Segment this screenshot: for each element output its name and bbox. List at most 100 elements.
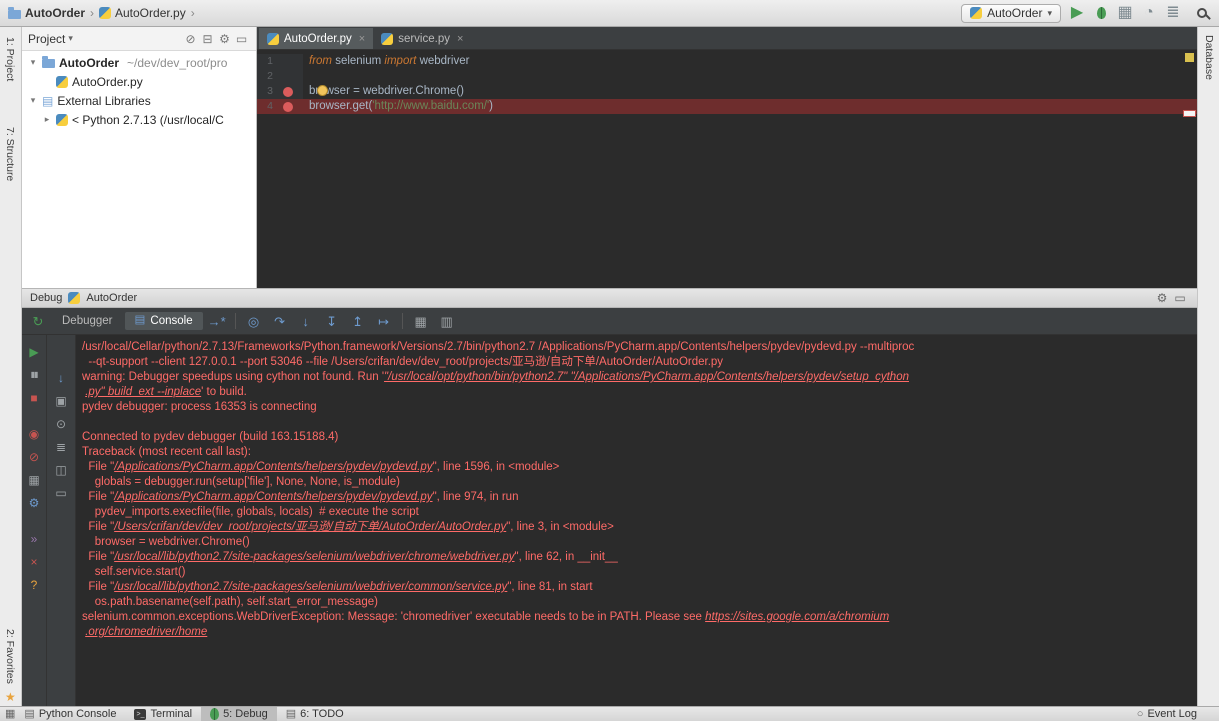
intention-bulb-icon[interactable] [317, 85, 328, 96]
step-out-icon[interactable]: ↥ [346, 310, 370, 332]
console-text: globals = debugger.run(setup['file'], No… [82, 476, 400, 488]
run-to-cursor-icon-glyph: ↦ [378, 313, 390, 329]
layout-settings-icon[interactable]: ▥ [435, 310, 459, 332]
editor-tab[interactable]: service.py × [373, 28, 471, 49]
breadcrumb-item[interactable]: AutoOrder.py [99, 6, 186, 20]
settings-icon[interactable]: ⚙ [1153, 291, 1171, 305]
console-line: --qt-support --client 127.0.0.1 --port 5… [82, 355, 1197, 370]
close-button[interactable]: × [23, 552, 45, 572]
console-options-icon[interactable]: →* [205, 310, 229, 332]
hide-icon[interactable]: ▭ [233, 32, 250, 46]
restore-layout-button[interactable]: ▦ [23, 470, 45, 490]
debug-button[interactable] [1089, 2, 1113, 24]
view-breakpoints-button[interactable]: ◉ [23, 424, 45, 444]
stop-button-glyph: ■ [30, 391, 38, 405]
code-line[interactable] [303, 69, 312, 84]
locate-icon[interactable]: ⊘ [182, 32, 199, 46]
editor-gutter[interactable]: 4 [257, 99, 303, 114]
project-tree-item[interactable]: ▾ AutoOrder ~/dev/dev_root/pro [22, 53, 256, 72]
force-step-into-icon[interactable]: ↧ [320, 310, 344, 332]
show-execution-point-icon[interactable]: ◎ [242, 310, 266, 332]
code-line[interactable]: browser = webdriver.Chrome() [303, 84, 464, 99]
breakpoint-icon[interactable] [283, 86, 293, 97]
toolwindow-label: Terminal [150, 708, 193, 720]
frames-icon[interactable]: ▣ [50, 391, 72, 411]
run-button[interactable]: ▶ [1065, 2, 1089, 24]
toolwindow-switcher-icon[interactable]: ▦ [5, 708, 15, 720]
console-link[interactable]: /usr/local/lib/python2.7/site-packages/s… [114, 551, 514, 563]
view-options-icon[interactable]: ≣ [50, 437, 72, 457]
breadcrumb-item[interactable]: AutoOrder [8, 6, 85, 20]
profiler-button[interactable]: ◔ [1137, 2, 1161, 24]
console-link[interactable]: https://sites.google.com/a/chromium [705, 611, 889, 623]
console-link[interactable]: /Users/crifan/dev/dev_root/projects/亚马逊/… [114, 521, 506, 533]
resume-button[interactable]: ▶ [23, 342, 45, 362]
console-link[interactable]: /Applications/PyCharm.app/Contents/helpe… [114, 461, 432, 473]
tree-toggle-icon[interactable]: ▸ [42, 114, 52, 125]
step-over-icon-glyph: ↷ [274, 313, 286, 329]
console-link[interactable]: "/usr/local/opt/python/bin/python2.7" "/… [384, 371, 909, 383]
help-button[interactable]: ? [23, 575, 45, 595]
toolwindow-button[interactable]: ▤ 6: TODO [277, 707, 353, 721]
close-icon[interactable]: × [359, 33, 365, 45]
console-link[interactable]: .org/chromedriver/home [85, 626, 207, 638]
toolwindow-button[interactable]: >_ Terminal [125, 707, 201, 721]
project-tree-item[interactable]: ▾ ▤ External Libraries [22, 91, 256, 110]
close-icon[interactable]: × [457, 33, 463, 45]
pause-button[interactable]: ▮▮ [23, 365, 45, 385]
run-config-selector[interactable]: AutoOrder ▾ [961, 3, 1061, 23]
pin-icon[interactable]: ⊙ [50, 414, 72, 434]
console-link[interactable]: /Applications/PyCharm.app/Contents/helpe… [114, 491, 432, 503]
tool-button-database[interactable]: Database [1203, 35, 1215, 80]
evaluate-expression-icon[interactable]: ▦ [409, 310, 433, 332]
snapshot-icon-glyph: ◫ [55, 463, 67, 477]
editor-gutter[interactable]: 1 [257, 54, 303, 69]
search-icon[interactable] [1197, 8, 1207, 18]
tree-toggle-icon[interactable]: ▾ [28, 95, 38, 106]
tree-toggle-icon[interactable]: ▾ [28, 57, 38, 68]
console-link[interactable]: .py" build_ext --inplace [85, 386, 201, 398]
clear-icon[interactable]: ▭ [50, 483, 72, 503]
toolwindow-button[interactable]: 5: Debug [201, 707, 277, 721]
event-log-button[interactable]: ○ Event Log [1137, 708, 1219, 720]
project-tree-item[interactable]: AutoOrder.py [22, 72, 256, 91]
scroll-down-icon[interactable]: ↓ [50, 368, 72, 388]
code-line[interactable]: browser.get('http://www.baidu.com/') [303, 99, 493, 114]
editor-gutter[interactable]: 3 [257, 84, 303, 99]
editor-gutter[interactable]: 2 [257, 69, 303, 84]
console-link[interactable]: /usr/local/lib/python2.7/site-packages/s… [114, 581, 507, 593]
favorites-star-icon: ★ [5, 690, 16, 704]
editor-tab[interactable]: AutoOrder.py × [259, 28, 374, 49]
project-panel-title[interactable]: Project [28, 32, 65, 46]
mute-breakpoints-button[interactable]: ⊘ [23, 447, 45, 467]
settings-button[interactable]: ⚙ [23, 493, 45, 513]
code-line[interactable]: from selenium import webdriver [303, 54, 469, 69]
tool-button-structure[interactable]: 7: Structure [4, 127, 16, 181]
console-text: ", line 62, in __init__ [514, 551, 618, 563]
snapshot-icon[interactable]: ◫ [50, 460, 72, 480]
project-tree-item[interactable]: ▸ < Python 2.7.13 (/usr/local/C [22, 110, 256, 129]
tab-label: Console [150, 315, 193, 327]
toolwindow-button[interactable]: ▤ Python Console [15, 707, 125, 721]
editor-content[interactable]: 1 from selenium import webdriver 2 3 browse… [257, 50, 1197, 288]
step-over-icon[interactable]: ↷ [268, 310, 292, 332]
tool-button-favorites[interactable]: 2: Favorites [4, 629, 16, 684]
debug-tab-console[interactable]: ▤ Console [124, 312, 203, 330]
coverage-button[interactable]: ▦ [1113, 2, 1137, 24]
breakpoint-icon[interactable] [283, 101, 293, 112]
debug-tab-debugger[interactable]: Debugger [52, 312, 123, 330]
tool-button-project[interactable]: 1: Project [4, 37, 16, 81]
stop-button[interactable]: ■ [23, 388, 45, 408]
step-into-icon[interactable]: ↓ [294, 310, 318, 332]
tool-windows-button[interactable]: ≣ [1161, 2, 1185, 24]
bottom-toolwindow-bar: ▦ ▤ Python Console >_ Terminal 5: Debug ▤ 6: T… [0, 706, 1219, 721]
hide-icon[interactable]: ▭ [1171, 291, 1189, 305]
console-line: Connected to pydev debugger (build 163.1… [82, 430, 1197, 445]
run-to-cursor-icon[interactable]: ↦ [372, 310, 396, 332]
settings-icon[interactable]: ⚙ [216, 32, 233, 46]
collapse-all-icon[interactable]: ⊟ [199, 32, 216, 46]
rerun-icon[interactable]: ↻ [26, 310, 50, 332]
debug-console-output[interactable]: /usr/local/Cellar/python/2.7.13/Framewor… [76, 335, 1197, 706]
attach-button[interactable]: » [23, 529, 45, 549]
bug-icon [210, 708, 220, 720]
